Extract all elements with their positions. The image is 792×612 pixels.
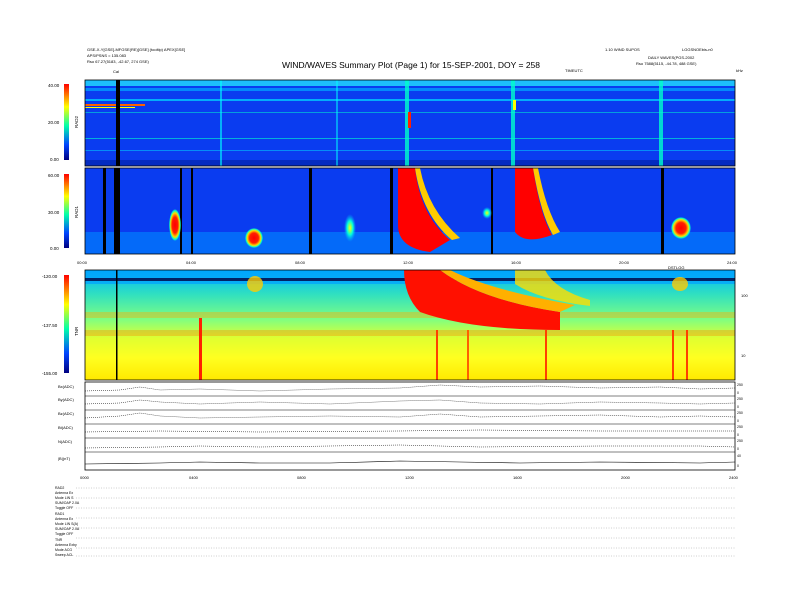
tnr-gap	[116, 270, 118, 380]
rad2-colorbar	[64, 84, 69, 160]
rad2-panel	[84, 79, 736, 167]
rad1-gap-8	[661, 168, 664, 254]
rad2-burst-1600-core	[513, 100, 516, 110]
rad2-band-6	[85, 150, 735, 151]
rad1-gap-4	[191, 168, 193, 254]
tnr-spike-c	[467, 330, 469, 380]
rad2-band-3	[85, 99, 735, 101]
mag-frame	[84, 381, 736, 471]
tnr-colorbar	[64, 275, 69, 373]
rad1-blob-1430	[482, 207, 492, 219]
summary-plot	[64, 79, 736, 557]
rad1-gap-3	[180, 168, 182, 254]
tnr-plasma-line	[85, 330, 735, 336]
tnr-panel	[84, 269, 736, 381]
tnr-orange-band	[85, 312, 735, 318]
rad1-colorbar	[64, 174, 69, 248]
tnr-burst-2150	[672, 277, 688, 291]
rad2-left-yellow	[85, 107, 135, 108]
rad1-burst-0830	[344, 214, 356, 242]
rad2-top-band	[85, 80, 735, 86]
rad2-left-orange	[85, 104, 145, 106]
tnr-spike-f	[686, 330, 688, 380]
rad2-burst-1200-core	[408, 112, 411, 128]
footer-rules	[76, 487, 735, 557]
rad2-streak-b	[336, 80, 338, 166]
mag-panel	[84, 381, 736, 471]
rad2-band-2	[85, 88, 735, 91]
rad2-streak-a	[220, 80, 222, 166]
rad1-burst-0300	[169, 209, 181, 241]
rad1-gap-5	[309, 168, 312, 254]
tnr-burst-0555	[247, 276, 263, 292]
rad1-panel	[84, 167, 736, 255]
rad2-bottom-band	[85, 160, 735, 166]
rad2-burst-2140	[659, 80, 663, 166]
rad2-band-5	[85, 138, 735, 139]
rad2-burst-1600	[511, 80, 515, 166]
tnr-spike-e	[672, 330, 674, 380]
rad1-burst-2150	[671, 217, 691, 239]
tnr-spike-b	[436, 330, 438, 380]
rad2-data-gap	[116, 80, 120, 166]
rad1-burst-0555	[245, 228, 263, 248]
tnr-spike-a	[199, 318, 202, 380]
rad1-gap-2	[114, 168, 120, 254]
rad1-gap-1	[103, 168, 106, 254]
tnr-spike-d	[545, 330, 547, 380]
rad1-gap-6	[390, 168, 393, 254]
